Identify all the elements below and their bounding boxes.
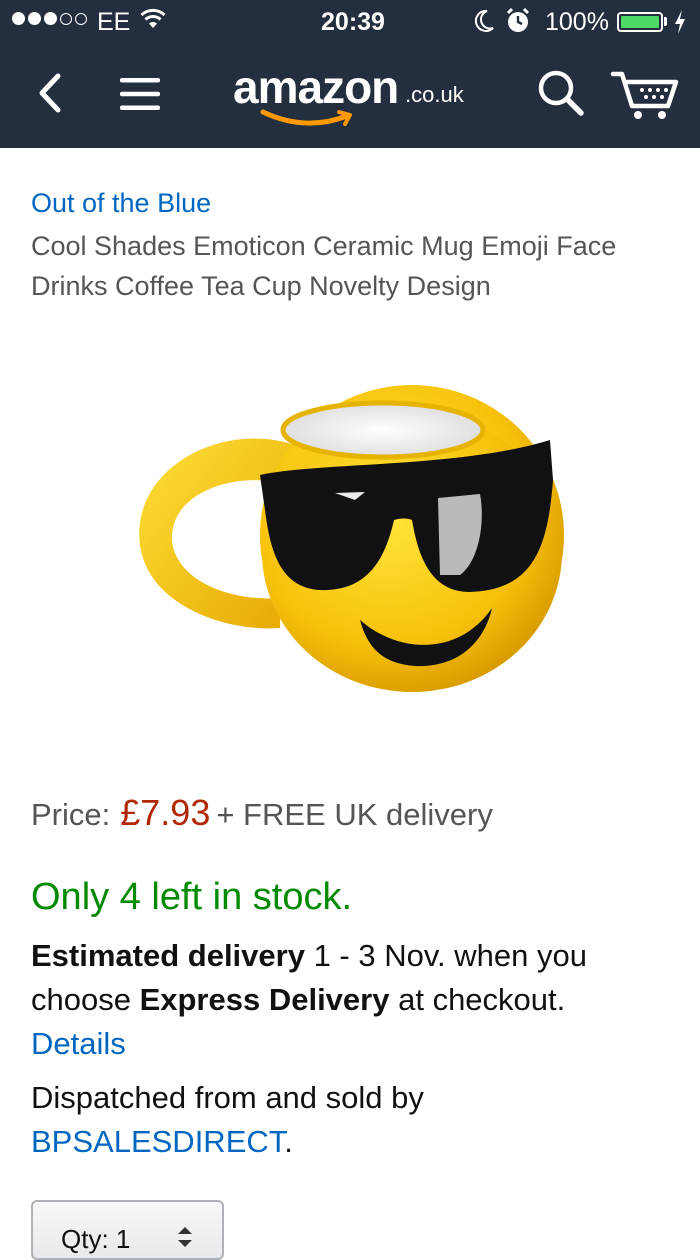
- amazon-logo[interactable]: amazon .co.uk: [233, 60, 473, 130]
- seller-info: Dispatched from and sold by BPSALESDIREC…: [31, 1076, 681, 1164]
- quantity-label: Qty: 1: [61, 1224, 131, 1254]
- battery-icon: [617, 12, 663, 32]
- status-bar: EE 20:39 100%: [0, 0, 700, 46]
- charging-icon: [672, 8, 688, 43]
- navigation-bar: amazon .co.uk: [0, 46, 700, 148]
- seller-link[interactable]: BPSALESDIRECT: [31, 1124, 284, 1159]
- price-row: Price: £7.93 + FREE UK delivery: [31, 792, 493, 834]
- menu-button[interactable]: [118, 76, 162, 112]
- seller-prefix: Dispatched from and sold by: [31, 1080, 424, 1115]
- details-link[interactable]: Details: [31, 1026, 126, 1061]
- quantity-select[interactable]: Qty: 1: [31, 1200, 224, 1260]
- product-title: Cool Shades Emoticon Ceramic Mug Emoji F…: [31, 231, 617, 301]
- product-image[interactable]: [130, 370, 570, 700]
- back-icon: [39, 73, 61, 113]
- delivery-estimate: Estimated delivery 1 - 3 Nov. when you c…: [31, 934, 681, 1066]
- price-label: Price:: [31, 797, 111, 832]
- seller-suffix: .: [284, 1124, 293, 1159]
- estimated-delivery-label: Estimated delivery: [31, 938, 305, 973]
- do-not-disturb-icon: [473, 8, 495, 41]
- search-icon: [538, 70, 584, 116]
- logo-domain: .co.uk: [405, 82, 464, 107]
- top-bar: EE 20:39 100% amazon .co.uk: [0, 0, 700, 148]
- menu-icon: [120, 78, 160, 110]
- cart-button[interactable]: [610, 66, 682, 122]
- cart-icon: [610, 71, 679, 119]
- delivery-suffix: at checkout.: [389, 982, 566, 1017]
- stock-status: Only 4 left in stock.: [31, 876, 353, 918]
- alarm-icon: [505, 7, 531, 42]
- logo-smile-icon: [260, 109, 352, 126]
- delivery-note: + FREE UK delivery: [216, 797, 493, 832]
- search-button[interactable]: [536, 68, 586, 118]
- brand-link[interactable]: Out of the Blue: [31, 188, 211, 219]
- price-value: £7.93: [120, 792, 211, 833]
- logo-wordmark: amazon: [233, 61, 399, 113]
- battery-percentage: 100%: [545, 8, 609, 36]
- battery-nub: [664, 17, 667, 26]
- delivery-method: Express Delivery: [139, 982, 390, 1017]
- dropdown-arrows-icon: [178, 1227, 192, 1247]
- back-button[interactable]: [30, 68, 70, 118]
